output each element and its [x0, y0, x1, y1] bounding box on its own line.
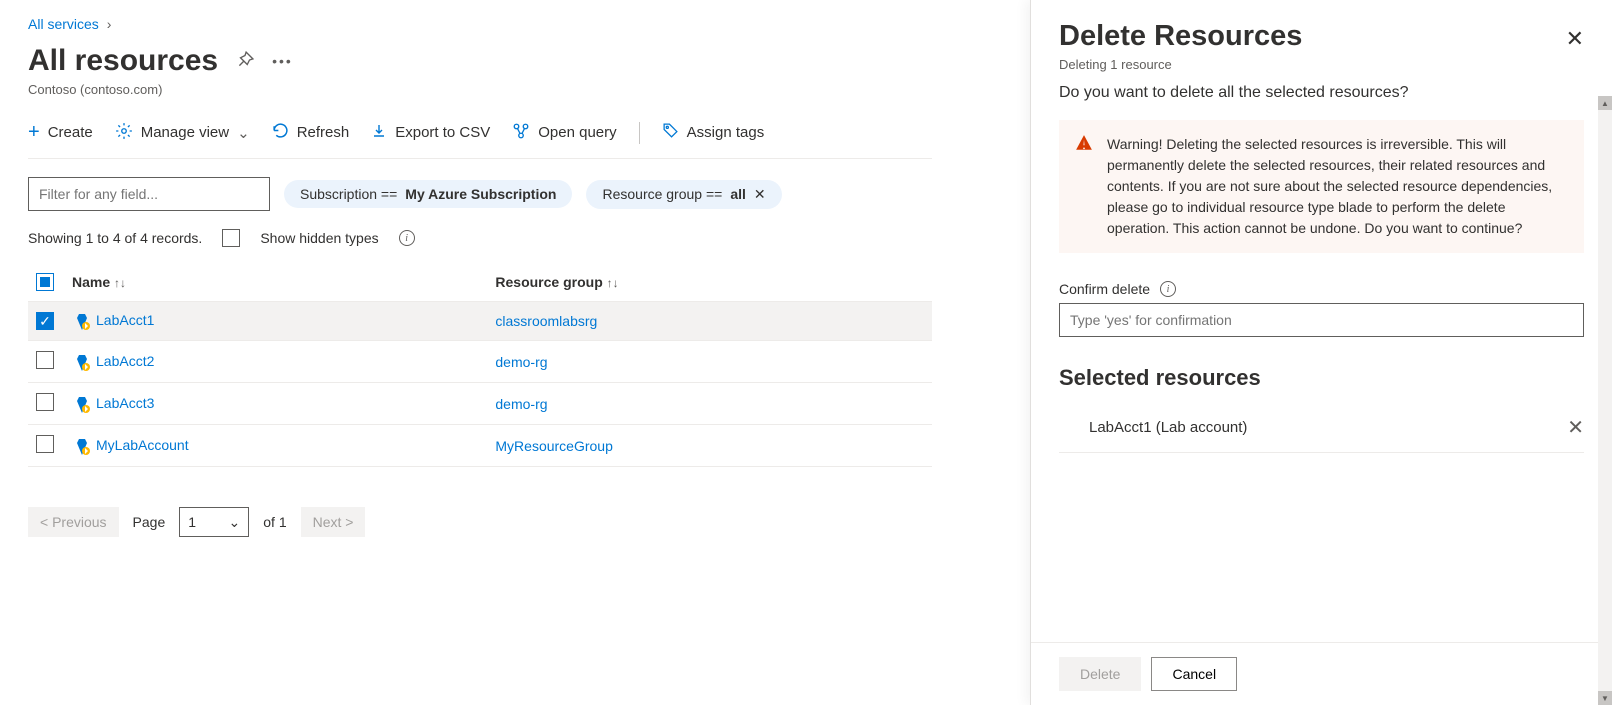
resource-link[interactable]: LabAcct2	[96, 353, 154, 369]
pager: < Previous Page 1 ⌄ of 1 Next >	[28, 507, 932, 537]
refresh-label: Refresh	[297, 124, 350, 141]
sort-icon: ↑↓	[607, 276, 619, 290]
close-panel-button[interactable]: ✕	[1566, 20, 1584, 52]
rg-filter-value: all	[730, 186, 746, 202]
breadcrumb-link[interactable]: All services	[28, 16, 99, 32]
subscription-filter-label: Subscription ==	[300, 186, 397, 202]
confirm-label: Confirm delete	[1059, 281, 1150, 297]
page-label: Page	[133, 514, 166, 530]
info-icon[interactable]: i	[399, 230, 415, 246]
show-hidden-label: Show hidden types	[260, 230, 378, 246]
resource-link[interactable]: LabAcct1	[96, 312, 154, 328]
row-checkbox[interactable]: ✓	[36, 312, 54, 330]
resources-table: Name ↑↓ Resource group ↑↓ ✓ LabAcct1 class…	[28, 263, 932, 467]
subscription-filter-value: My Azure Subscription	[405, 186, 556, 202]
warning-icon	[1075, 134, 1093, 239]
resource-link[interactable]: LabAcct3	[96, 395, 154, 411]
chevron-down-icon: ⌄	[229, 514, 241, 531]
download-icon	[371, 123, 387, 143]
lab-account-icon	[72, 437, 90, 455]
delete-panel: Delete Resources Deleting 1 resource ✕ D…	[1030, 0, 1612, 705]
gear-icon	[115, 122, 133, 144]
resource-group-link[interactable]: demo-rg	[495, 354, 547, 370]
filter-input[interactable]	[28, 177, 270, 211]
open-query-button[interactable]: Open query	[512, 122, 616, 144]
pin-icon[interactable]	[236, 51, 254, 72]
info-icon[interactable]: i	[1160, 281, 1176, 297]
next-button[interactable]: Next >	[301, 507, 366, 537]
breadcrumb: All services ›	[28, 16, 932, 32]
manage-view-button[interactable]: Manage view ⌄	[115, 122, 250, 144]
page-of: of 1	[263, 514, 286, 530]
selected-resource-item: LabAcct1 (Lab account) ✕	[1059, 405, 1584, 453]
remove-selected-button[interactable]: ✕	[1567, 415, 1584, 440]
manage-view-label: Manage view	[141, 124, 229, 141]
lab-account-icon	[72, 353, 90, 371]
column-header-name[interactable]: Name ↑↓	[64, 263, 487, 302]
records-count: Showing 1 to 4 of 4 records.	[28, 230, 202, 246]
page-select[interactable]: 1 ⌄	[179, 507, 249, 537]
row-checkbox[interactable]	[36, 435, 54, 453]
assign-tags-button[interactable]: Assign tags	[662, 122, 765, 143]
panel-title: Delete Resources	[1059, 20, 1302, 53]
resource-group-filter-pill[interactable]: Resource group == all ✕	[586, 180, 781, 209]
confirm-input[interactable]	[1059, 303, 1584, 337]
rg-filter-label: Resource group ==	[602, 186, 722, 202]
panel-subtitle: Deleting 1 resource	[1059, 57, 1302, 72]
chevron-down-icon: ⌄	[237, 124, 250, 142]
lab-account-icon	[72, 395, 90, 413]
plus-icon: +	[28, 121, 40, 144]
column-header-resource-group[interactable]: Resource group ↑↓	[487, 263, 932, 302]
refresh-icon	[272, 122, 289, 143]
page-subtitle: Contoso (contoso.com)	[28, 82, 932, 97]
warning-box: Warning! Deleting the selected resources…	[1059, 120, 1584, 253]
lab-account-icon	[72, 312, 90, 330]
tag-icon	[662, 122, 679, 143]
selected-resources-header: Selected resources	[1059, 365, 1584, 391]
create-label: Create	[48, 124, 93, 141]
page-number: 1	[188, 514, 196, 530]
table-row[interactable]: LabAcct3 demo-rg	[28, 383, 932, 425]
show-hidden-checkbox[interactable]	[222, 229, 240, 247]
cancel-button[interactable]: Cancel	[1151, 657, 1237, 691]
open-query-label: Open query	[538, 124, 616, 141]
panel-question: Do you want to delete all the selected r…	[1059, 84, 1584, 102]
table-row[interactable]: MyLabAccount MyResourceGroup	[28, 425, 932, 467]
refresh-button[interactable]: Refresh	[272, 122, 350, 143]
resource-group-link[interactable]: MyResourceGroup	[495, 438, 613, 454]
resource-link[interactable]: MyLabAccount	[96, 437, 189, 453]
select-all-checkbox[interactable]	[36, 273, 54, 291]
create-button[interactable]: + Create	[28, 121, 93, 144]
row-checkbox[interactable]	[36, 393, 54, 411]
page-title: All resources	[28, 44, 218, 78]
row-checkbox[interactable]	[36, 351, 54, 369]
resource-group-link[interactable]: demo-rg	[495, 396, 547, 412]
scrollbar[interactable]: ▲ ▼	[1598, 96, 1612, 705]
assign-tags-label: Assign tags	[687, 124, 765, 141]
resource-group-link[interactable]: classroomlabsrg	[495, 313, 597, 329]
chevron-right-icon: ›	[107, 16, 112, 32]
toolbar: + Create Manage view ⌄ Refresh Export to…	[28, 115, 932, 159]
close-icon[interactable]: ✕	[754, 186, 766, 203]
export-label: Export to CSV	[395, 124, 490, 141]
delete-button[interactable]: Delete	[1059, 657, 1141, 691]
warning-text: Warning! Deleting the selected resources…	[1107, 134, 1568, 239]
table-row[interactable]: ✓ LabAcct1 classroomlabsrg	[28, 302, 932, 341]
toolbar-separator	[639, 122, 640, 144]
export-button[interactable]: Export to CSV	[371, 123, 490, 143]
table-row[interactable]: LabAcct2 demo-rg	[28, 341, 932, 383]
prev-button[interactable]: < Previous	[28, 507, 119, 537]
query-icon	[512, 122, 530, 144]
subscription-filter-pill[interactable]: Subscription == My Azure Subscription	[284, 180, 572, 208]
more-icon[interactable]: •••	[272, 53, 293, 69]
sort-icon: ↑↓	[114, 276, 126, 290]
selected-resource-name: LabAcct1 (Lab account)	[1089, 419, 1247, 436]
